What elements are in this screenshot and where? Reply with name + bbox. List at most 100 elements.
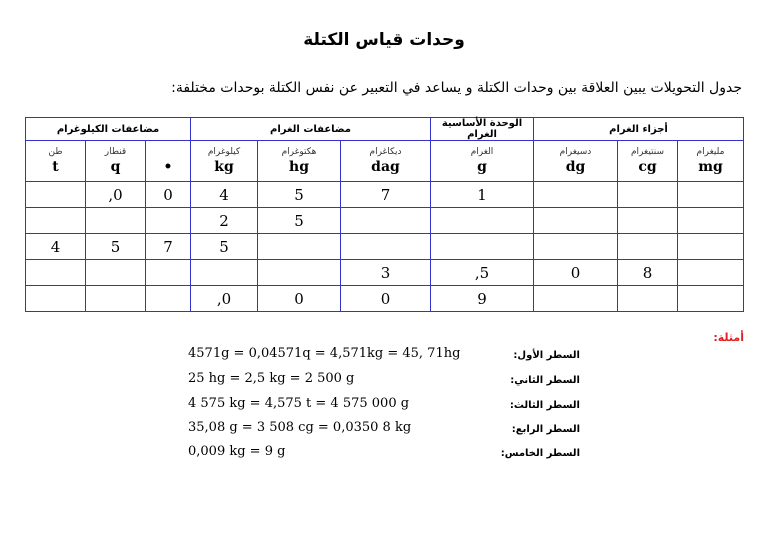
unit-header-kg: كيلوغرام kg <box>190 140 258 182</box>
example-equation: 25 hg = 2,5 kg = 2 500 g <box>188 371 355 386</box>
table-cell <box>25 259 86 286</box>
unit-header-mg: مليغرام mg <box>677 140 744 182</box>
table-cell <box>677 259 744 286</box>
example-line-label: السطر الخامس: <box>500 448 580 459</box>
table-cell <box>533 285 618 312</box>
table-cell: 5 <box>85 233 146 260</box>
unit-arabic-name: دسيغرام <box>559 147 592 157</box>
unit-symbol: kg <box>214 159 234 175</box>
example-line-label: السطر الأول: <box>513 350 580 361</box>
table-cell: 1 <box>430 181 534 208</box>
table-cell: 4 <box>25 233 86 260</box>
example-row: السطر الرابع: 35,08 g = 3 508 cg = 0,0350… <box>0 420 768 442</box>
unit-header-dg: دسيغرام dg <box>533 140 618 182</box>
unit-symbol: • <box>163 159 173 175</box>
example-equation: 35,08 g = 3 508 cg = 0,0350 8 kg <box>188 420 412 435</box>
unit-arabic-name: قنطار <box>104 147 127 157</box>
table-cell: 5 <box>190 233 258 260</box>
example-line-label: السطر الثاني: <box>510 375 580 386</box>
table-cell: 0, <box>190 285 258 312</box>
table-cell <box>85 285 146 312</box>
table-row: 9 0 0 0, <box>25 285 744 312</box>
table-row: 8 0 5, 3 <box>25 259 744 286</box>
unit-header-dot: • <box>145 140 191 182</box>
table-cell <box>677 207 744 234</box>
unit-header-row: مليغرام mg سنتيغرام cg دسيغرام dg الغرام g ديكاغ… <box>25 140 744 182</box>
table-row: 1 7 5 4 0 0, <box>25 181 744 208</box>
table-cell <box>340 233 431 260</box>
unit-arabic-name: هكتوغرام <box>281 147 317 157</box>
unit-arabic-name: طن <box>48 147 63 157</box>
table-cell <box>617 285 678 312</box>
table-cell: 9 <box>430 285 534 312</box>
unit-header-hg: هكتوغرام hg <box>257 140 341 182</box>
table-cell <box>257 233 341 260</box>
conversion-table: أجزاء الغرام الوحدة الأساسية الغرام مضاع… <box>25 117 744 312</box>
table-cell <box>677 285 744 312</box>
example-row: السطر الثاني: 25 hg = 2,5 kg = 2 500 g <box>0 371 768 393</box>
table-cell: 5 <box>257 207 341 234</box>
unit-arabic-name: سنتيغرام <box>630 147 665 157</box>
group-header-row: أجزاء الغرام الوحدة الأساسية الغرام مضاع… <box>25 117 744 141</box>
table-cell: 5 <box>257 181 341 208</box>
table-cell: 2 <box>190 207 258 234</box>
example-line-label: السطر الثالث: <box>509 400 580 411</box>
table-cell: 0 <box>340 285 431 312</box>
table-cell: 0 <box>145 181 191 208</box>
table-cell <box>677 233 744 260</box>
table-cell <box>190 259 258 286</box>
table-cell <box>25 207 86 234</box>
intro-text: جدول التحويلات يبين العلاقة بين وحدات ال… <box>171 80 742 96</box>
unit-header-dag: ديكاغرام dag <box>340 140 431 182</box>
table-cell: 5, <box>430 259 534 286</box>
unit-arabic-name: ديكاغرام <box>369 147 402 157</box>
table-cell: 0 <box>533 259 618 286</box>
group-header-kg-multiples: مضاعفات الكيلوغرام <box>25 117 191 141</box>
unit-arabic-name: مليغرام <box>696 147 725 157</box>
unit-header-g: الغرام g <box>430 140 534 182</box>
unit-symbol: q <box>110 159 121 175</box>
unit-arabic-name <box>146 146 190 158</box>
group-header-gram-multiples: مضاعفات الغرام <box>190 117 431 141</box>
table-cell <box>257 259 341 286</box>
unit-symbol: mg <box>698 159 723 175</box>
unit-header-cg: سنتيغرام cg <box>617 140 678 182</box>
unit-symbol: cg <box>638 159 657 175</box>
example-row: السطر الثالث: 4 575 kg = 4,575 t = 4 575 … <box>0 396 768 418</box>
table-row: 52 <box>25 207 744 234</box>
table-cell <box>677 181 744 208</box>
table-cell <box>617 233 678 260</box>
table-cell: 0, <box>85 181 146 208</box>
table-cell <box>533 207 618 234</box>
example-row: السطر الأول: 4571g = 0,04571q = 4,571kg =… <box>0 346 768 368</box>
unit-symbol: t <box>52 159 59 175</box>
table-cell <box>617 207 678 234</box>
table-cell <box>430 207 534 234</box>
unit-symbol: dag <box>371 159 400 175</box>
table-cell: 8 <box>617 259 678 286</box>
table-cell <box>340 207 431 234</box>
table-cell <box>533 181 618 208</box>
table-cell <box>533 233 618 260</box>
unit-symbol: dg <box>565 159 586 175</box>
group-header-fractions: أجزاء الغرام <box>533 117 744 141</box>
table-cell: 7 <box>340 181 431 208</box>
unit-symbol: g <box>477 159 487 175</box>
table-cell <box>145 207 191 234</box>
table-cell <box>145 285 191 312</box>
unit-arabic-name: كيلوغرام <box>207 147 241 157</box>
example-equation: 4 575 kg = 4,575 t = 4 575 000 g <box>188 396 410 411</box>
table-cell: 4 <box>190 181 258 208</box>
table-cell <box>430 233 534 260</box>
example-equation: 4571g = 0,04571q = 4,571kg = 45, 71hg <box>188 346 461 361</box>
group-header-base: الوحدة الأساسية الغرام <box>430 117 534 141</box>
unit-header-t: طن t <box>25 140 86 182</box>
table-cell: 0 <box>257 285 341 312</box>
table-cell <box>85 259 146 286</box>
table-cell <box>617 181 678 208</box>
table-cell <box>25 285 86 312</box>
table-cell <box>145 259 191 286</box>
table-cell: 3 <box>340 259 431 286</box>
example-equation: 0,009 kg = 9 g <box>188 444 286 459</box>
example-row: السطر الخامس: 0,009 kg = 9 g <box>0 444 768 466</box>
